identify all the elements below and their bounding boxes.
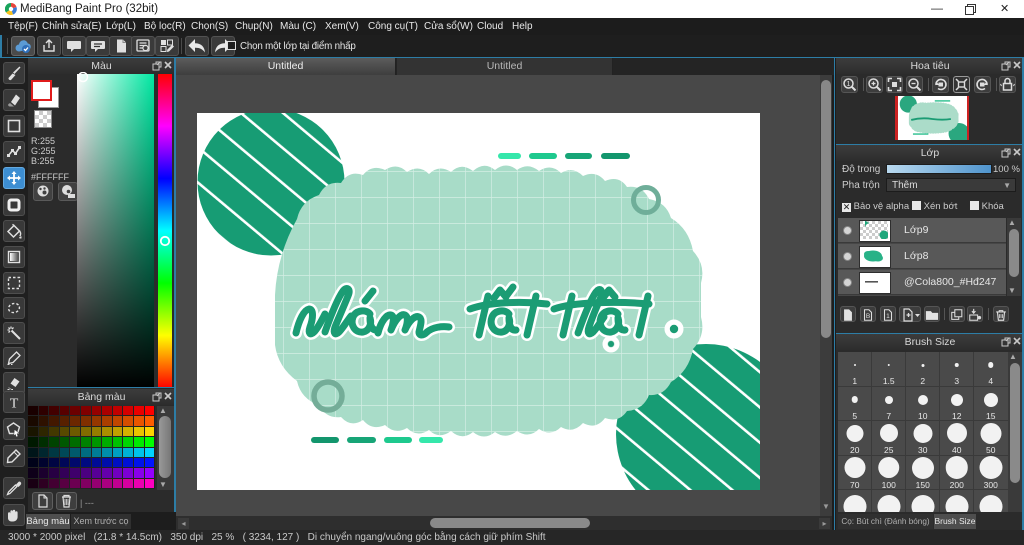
svg-text:1: 1 [886,313,890,320]
svg-text:1: 1 [847,81,851,88]
svg-text:B: B [866,313,871,320]
svg-text:T: T [10,397,19,410]
